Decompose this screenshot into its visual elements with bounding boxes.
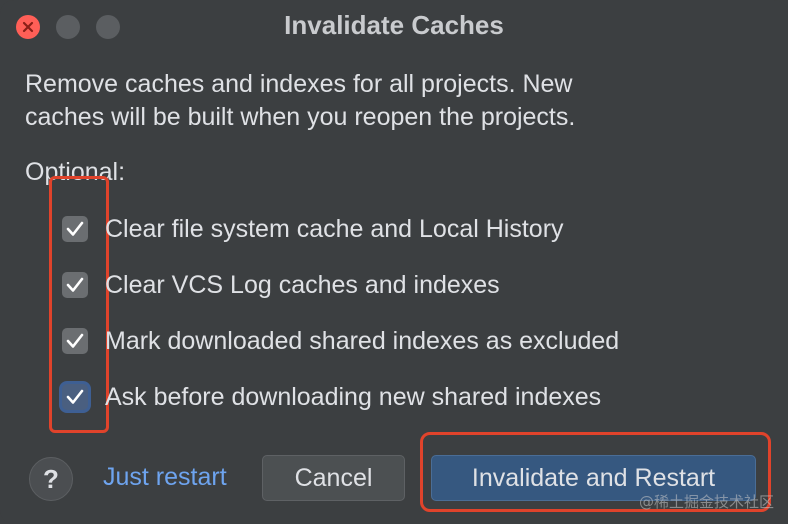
watermark-text: @稀土掘金技术社区 xyxy=(638,493,774,511)
option-mark-shared-indexes-excluded[interactable]: Mark downloaded shared indexes as exclud… xyxy=(62,324,619,358)
checkbox-clear-vcs-log-caches[interactable] xyxy=(62,272,88,298)
title-bar: Invalidate Caches xyxy=(0,0,788,56)
option-clear-vcs-log-caches[interactable]: Clear VCS Log caches and indexes xyxy=(62,268,500,302)
checkmark-icon xyxy=(66,389,84,404)
option-label: Mark downloaded shared indexes as exclud… xyxy=(105,326,620,355)
checkmark-icon xyxy=(66,277,84,292)
cancel-button[interactable]: Cancel xyxy=(262,455,405,501)
checkbox-ask-before-downloading[interactable] xyxy=(62,384,88,410)
dialog-description: Remove caches and indexes for all projec… xyxy=(25,68,765,134)
invalidate-caches-dialog: Invalidate Caches Remove caches and inde… xyxy=(0,0,788,524)
option-label: Ask before downloading new shared indexe… xyxy=(105,382,602,411)
checkbox-clear-file-system-cache[interactable] xyxy=(62,216,88,242)
description-line-2: caches will be built when you reopen the… xyxy=(25,103,576,131)
option-clear-file-system-cache[interactable]: Clear file system cache and Local Histor… xyxy=(62,212,564,246)
checkmark-icon xyxy=(66,333,84,348)
description-line-1: Remove caches and indexes for all projec… xyxy=(25,70,573,98)
just-restart-link[interactable]: Just restart xyxy=(103,463,227,492)
help-button[interactable]: ? xyxy=(29,457,73,501)
option-ask-before-downloading[interactable]: Ask before downloading new shared indexe… xyxy=(62,380,601,414)
checkmark-icon xyxy=(66,221,84,236)
option-label: Clear file system cache and Local Histor… xyxy=(105,214,564,243)
checkbox-mark-shared-indexes-excluded[interactable] xyxy=(62,328,88,354)
dialog-title: Invalidate Caches xyxy=(284,10,504,40)
option-label: Clear VCS Log caches and indexes xyxy=(105,270,500,299)
